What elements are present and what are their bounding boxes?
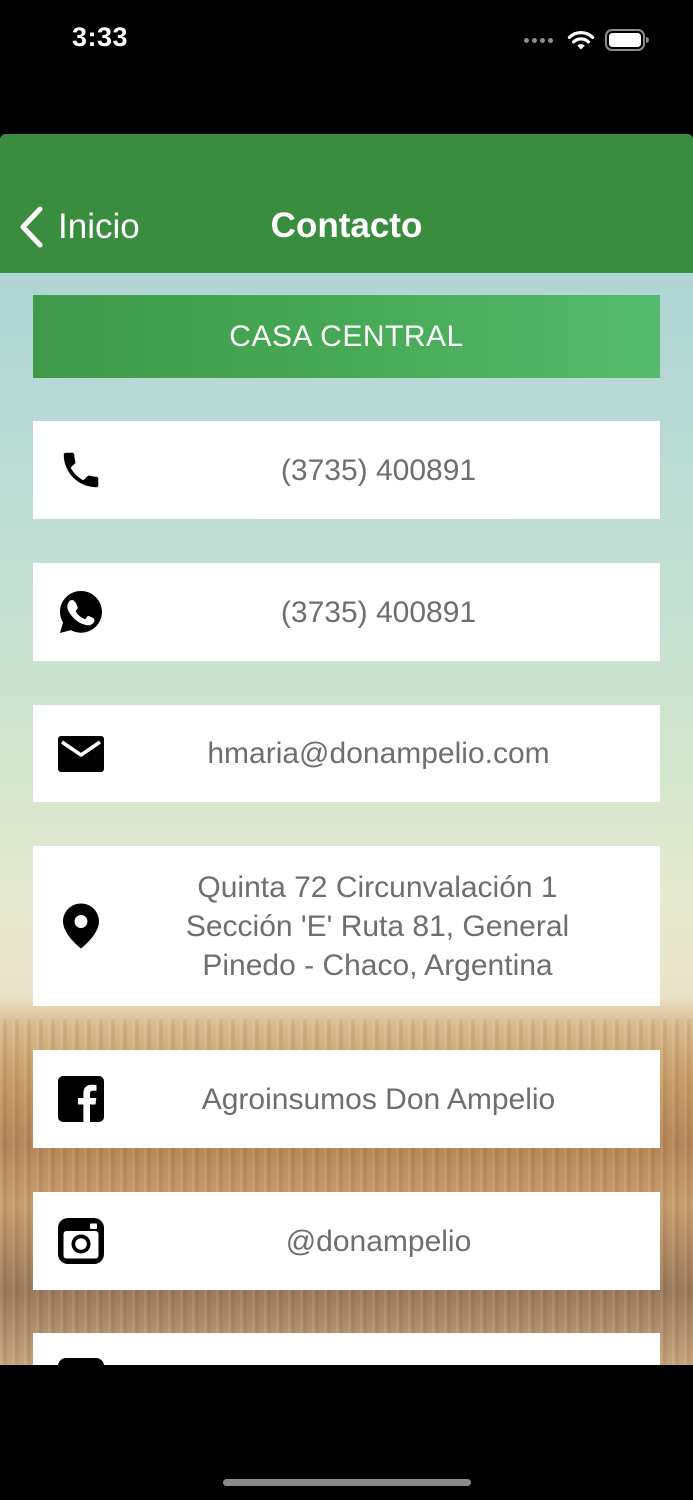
location-pin-icon [63,903,99,949]
instagram-card[interactable]: @donampelio [33,1192,660,1290]
wifi-icon [567,31,595,50]
battery-icon [605,29,649,51]
phone-icon [63,452,99,488]
status-icons [524,26,649,54]
status-bar: 3:33 [0,0,693,80]
cellular-signal-icon [524,37,553,43]
whatsapp-card[interactable]: (3735) 400891 [33,563,660,661]
facebook-handle: Agroinsumos Don Ampelio [201,1082,556,1116]
next-contact-card[interactable] [33,1333,660,1365]
phone-card[interactable]: (3735) 400891 [33,421,660,519]
instagram-handle: @donampelio [285,1224,472,1258]
home-indicator[interactable] [223,1479,471,1486]
page-title: Contacto [270,206,423,245]
address-text: Quinta 72 Circunvalación 1 Sección 'E' R… [185,870,570,982]
contact-screen: Inicio Contacto CASA CENTRAL (3735) 4008… [0,134,693,1365]
whatsapp-number: (3735) 400891 [280,595,477,629]
app-icon [58,1358,104,1365]
email-card[interactable]: hmaria@donampelio.com [33,705,660,802]
facebook-card[interactable]: Agroinsumos Don Ampelio [33,1050,660,1148]
email-address: hmaria@donampelio.com [207,737,550,770]
mail-icon [58,735,104,772]
facebook-icon [58,1076,104,1122]
whatsapp-icon [60,591,102,633]
instagram-icon [58,1218,104,1264]
address-card[interactable]: Quinta 72 Circunvalación 1 Sección 'E' R… [33,846,660,1006]
navigation-bar: Inicio Contacto [0,134,693,273]
section-header: CASA CENTRAL [33,295,660,378]
status-time: 3:33 [72,22,129,52]
phone-number: (3735) 400891 [280,453,477,487]
